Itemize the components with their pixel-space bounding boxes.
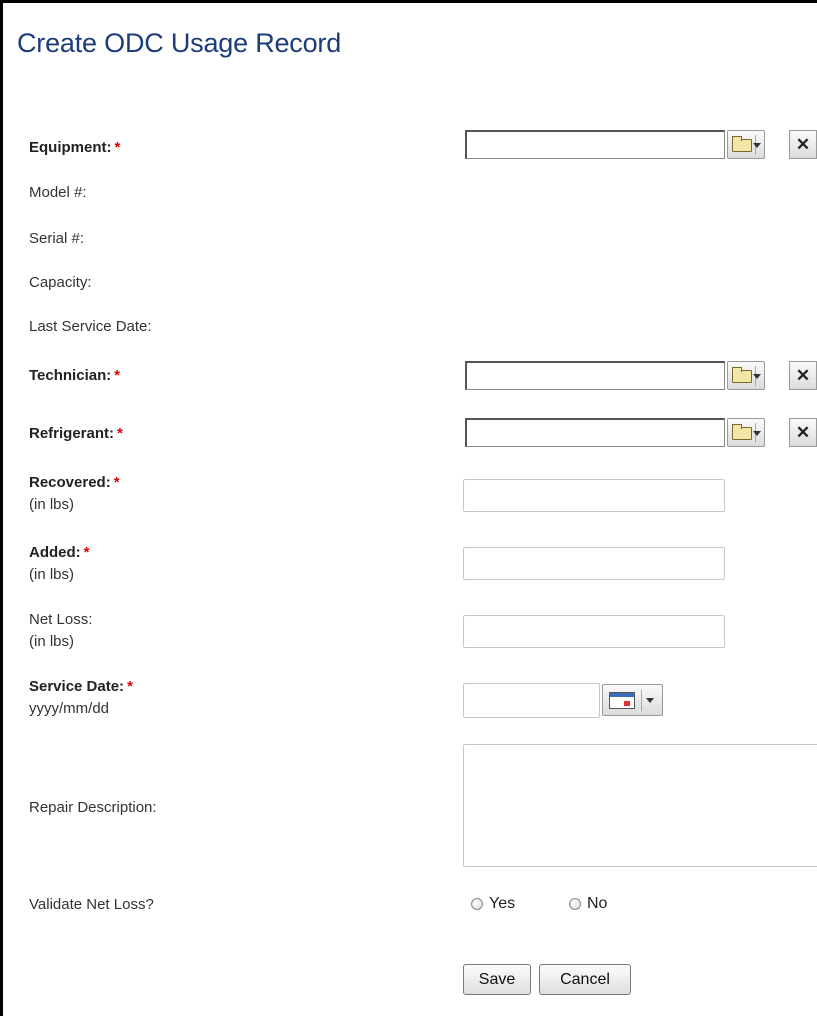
net-loss-label: Net Loss: (in lbs) <box>29 609 92 653</box>
equipment-label: Equipment: * <box>29 139 121 156</box>
page-title: Create ODC Usage Record <box>17 28 342 58</box>
radio-button-icon[interactable] <box>569 898 581 910</box>
folder-icon <box>732 136 752 152</box>
repair-description-label: Repair Description: <box>29 799 157 816</box>
technician-clear-button[interactable]: ✕ <box>789 361 817 390</box>
radio-button-icon[interactable] <box>471 898 483 910</box>
folder-icon <box>732 424 752 440</box>
required-marker: * <box>127 678 133 695</box>
model-label: Model #: <box>29 184 87 201</box>
technician-label: Technician: * <box>29 367 121 384</box>
equipment-input[interactable] <box>465 130 725 159</box>
radio-label-no: No <box>587 895 608 912</box>
radio-label-yes: Yes <box>489 895 516 912</box>
calendar-icon <box>609 692 635 709</box>
service-date-input[interactable] <box>463 683 600 718</box>
service-date-format: yyyy/mm/dd <box>29 700 110 717</box>
close-icon: ✕ <box>795 423 811 442</box>
equipment-clear-button[interactable]: ✕ <box>789 130 817 159</box>
validate-net-loss-label: Validate Net Loss? <box>29 896 154 913</box>
required-marker: * <box>117 425 123 442</box>
refrigerant-clear-button[interactable]: ✕ <box>789 418 817 447</box>
close-icon: ✕ <box>795 135 811 154</box>
cancel-button[interactable]: Cancel <box>539 964 631 995</box>
added-label: Added: * (in lbs) <box>29 542 90 586</box>
validate-no-radio[interactable]: No <box>569 895 607 913</box>
chevron-down-icon <box>753 431 761 436</box>
chevron-down-icon <box>646 698 654 703</box>
technician-lookup-button[interactable] <box>727 361 765 390</box>
chevron-down-icon <box>753 143 761 148</box>
recovered-label: Recovered: * (in lbs) <box>29 472 120 516</box>
last-service-date-label: Last Service Date: <box>29 318 152 335</box>
divider <box>641 690 642 711</box>
serial-label: Serial #: <box>29 230 85 247</box>
net-loss-input[interactable] <box>463 615 725 648</box>
service-date-label: Service Date: * yyyy/mm/dd <box>29 676 133 720</box>
required-marker: * <box>83 544 90 561</box>
added-unit: (in lbs) <box>29 566 75 583</box>
date-picker-button[interactable] <box>602 684 663 716</box>
refrigerant-lookup-button[interactable] <box>727 418 765 447</box>
chevron-down-icon <box>753 374 761 379</box>
net-loss-unit: (in lbs) <box>29 633 75 650</box>
refrigerant-input[interactable] <box>465 418 725 447</box>
save-button[interactable]: Save <box>463 964 531 995</box>
capacity-label: Capacity: <box>29 274 92 291</box>
technician-input[interactable] <box>465 361 725 390</box>
validate-yes-radio[interactable]: Yes <box>471 895 515 913</box>
refrigerant-label: Refrigerant: * <box>29 425 123 442</box>
repair-description-textarea[interactable] <box>463 744 817 867</box>
equipment-lookup-button[interactable] <box>727 130 765 159</box>
added-input[interactable] <box>463 547 725 580</box>
required-marker: * <box>113 474 120 491</box>
close-icon: ✕ <box>795 366 811 385</box>
recovered-unit: (in lbs) <box>29 496 75 513</box>
folder-icon <box>732 367 752 383</box>
required-marker: * <box>114 139 121 156</box>
required-marker: * <box>114 367 121 384</box>
recovered-input[interactable] <box>463 479 725 512</box>
